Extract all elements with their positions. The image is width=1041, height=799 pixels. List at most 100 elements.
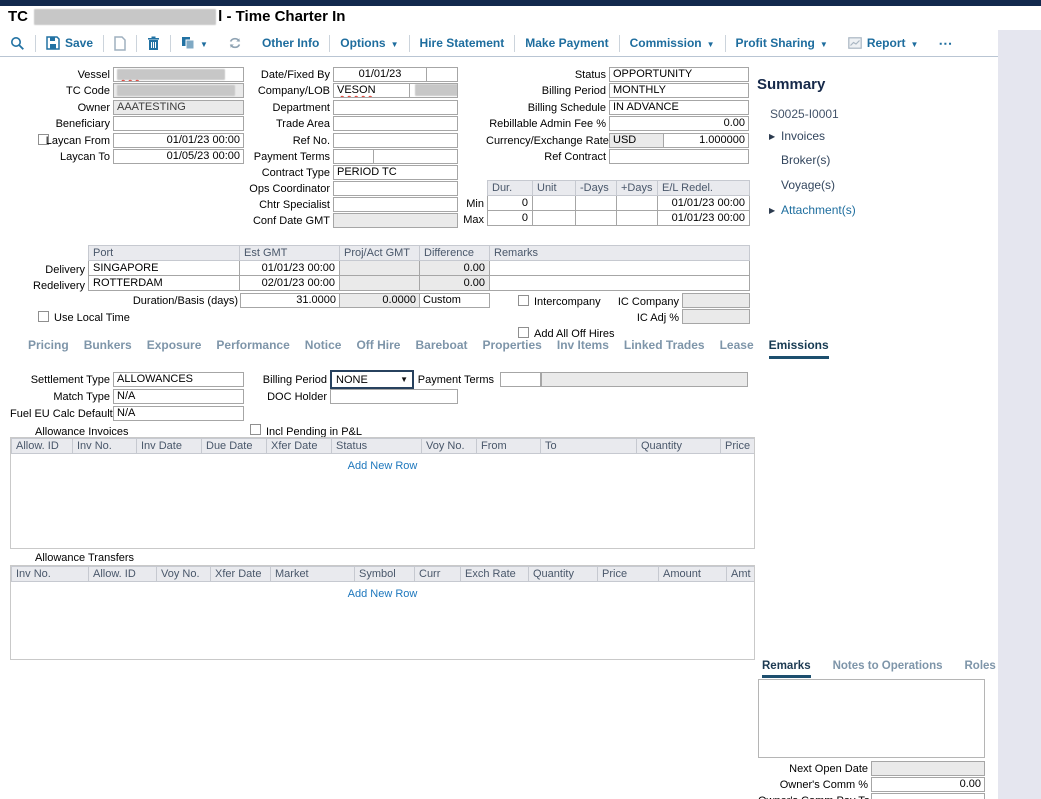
trade-area-field[interactable] bbox=[333, 116, 458, 131]
commission-menu-button[interactable]: Commission▼ bbox=[620, 33, 725, 53]
payment-terms-label: Payment Terms bbox=[240, 151, 330, 163]
max-plus-days-field[interactable] bbox=[617, 211, 658, 226]
chtr-specialist-field[interactable] bbox=[333, 197, 458, 212]
emissions-payment-terms-code-field[interactable] bbox=[500, 372, 541, 387]
xfer-col-xfer-date: Xfer Date bbox=[211, 566, 271, 582]
status-field[interactable]: OPPORTUNITY bbox=[609, 67, 749, 82]
tab-remarks[interactable]: Remarks bbox=[762, 660, 811, 678]
tab-bareboat[interactable]: Bareboat bbox=[415, 338, 467, 359]
delivery-port-field[interactable]: SINGAPORE bbox=[88, 261, 240, 276]
min-el-redel-field[interactable]: 01/01/23 00:00 bbox=[658, 196, 750, 211]
min-plus-days-field[interactable] bbox=[617, 196, 658, 211]
refresh-icon bbox=[228, 36, 242, 50]
options-menu-button[interactable]: Options▼ bbox=[330, 33, 408, 53]
delivery-est-gmt-field[interactable]: 01/01/23 00:00 bbox=[240, 261, 340, 276]
tab-notes-to-operations[interactable]: Notes to Operations bbox=[833, 660, 943, 678]
duration-field[interactable]: 31.0000 bbox=[240, 293, 340, 308]
ops-coordinator-field[interactable] bbox=[333, 181, 458, 196]
allowance-invoices-add-new-row-link[interactable]: Add New Row bbox=[348, 460, 418, 472]
redelivery-row-label: Redelivery bbox=[20, 280, 85, 292]
min-unit-field[interactable] bbox=[533, 196, 576, 211]
ref-contract-field[interactable] bbox=[609, 149, 749, 164]
redelivery-est-gmt-field[interactable]: 02/01/23 00:00 bbox=[240, 276, 340, 291]
summary-invoices-link[interactable]: Invoices bbox=[781, 129, 825, 143]
tab-off-hire[interactable]: Off Hire bbox=[356, 338, 400, 359]
redelivery-remarks-field[interactable] bbox=[490, 276, 750, 291]
tab-notice[interactable]: Notice bbox=[305, 338, 342, 359]
tab-linked-trades[interactable]: Linked Trades bbox=[624, 338, 705, 359]
delete-button[interactable] bbox=[137, 33, 170, 53]
company-field[interactable]: VESON bbox=[333, 83, 410, 98]
save-button[interactable]: Save bbox=[36, 33, 103, 53]
vessel-field[interactable]: xxxx bbox=[113, 67, 244, 82]
owners-comm-pay-to-field[interactable] bbox=[871, 793, 985, 799]
owners-comm-field[interactable]: 0.00 bbox=[871, 777, 985, 792]
remarks-textarea[interactable] bbox=[758, 679, 985, 758]
max-unit-field[interactable] bbox=[533, 211, 576, 226]
status-label: Status bbox=[486, 69, 606, 81]
billing-period-field[interactable]: MONTHLY bbox=[609, 83, 749, 98]
copy-menu-button[interactable]: ▼ bbox=[171, 33, 218, 53]
payment-terms-code-field[interactable] bbox=[333, 149, 374, 164]
match-type-field[interactable]: N/A bbox=[113, 389, 244, 404]
hire-statement-button[interactable]: Hire Statement bbox=[410, 33, 515, 53]
billing-schedule-field[interactable]: IN ADVANCE bbox=[609, 100, 749, 115]
tab-inv-items[interactable]: Inv Items bbox=[557, 338, 609, 359]
redelivery-port-field[interactable]: ROTTERDAM bbox=[88, 276, 240, 291]
laycan-to-field[interactable]: 01/05/23 00:00 bbox=[113, 149, 244, 164]
search-button[interactable] bbox=[0, 33, 35, 53]
beneficiary-field[interactable] bbox=[113, 116, 244, 131]
exchange-rate-field[interactable]: 1.000000 bbox=[663, 133, 749, 148]
right-scroll-gutter[interactable] bbox=[998, 30, 1041, 799]
tab-exposure[interactable]: Exposure bbox=[147, 338, 202, 359]
redelivery-difference-field: 0.00 bbox=[420, 276, 490, 291]
rebillable-admin-fee-field[interactable]: 0.00 bbox=[609, 116, 749, 131]
ref-no-field[interactable] bbox=[333, 133, 458, 148]
tab-lease[interactable]: Lease bbox=[720, 338, 754, 359]
intercompany-checkbox[interactable] bbox=[518, 295, 529, 306]
new-document-button[interactable] bbox=[104, 33, 136, 53]
doc-holder-field[interactable] bbox=[330, 389, 458, 404]
profit-sharing-menu-button[interactable]: Profit Sharing▼ bbox=[726, 33, 838, 53]
add-all-off-hires-checkbox[interactable] bbox=[518, 327, 529, 338]
contract-type-field[interactable]: PERIOD TC bbox=[333, 165, 458, 180]
chevron-down-icon: ▼ bbox=[910, 40, 918, 49]
more-actions-button[interactable]: ⋯ bbox=[928, 33, 962, 53]
date-fixed-by-field[interactable]: 01/01/23 bbox=[333, 67, 427, 82]
report-menu-button[interactable]: Report▼ bbox=[838, 33, 929, 53]
settlement-type-field[interactable]: ALLOWANCES bbox=[113, 372, 244, 387]
emissions-billing-period-select[interactable]: NONE ▼ bbox=[330, 370, 414, 389]
tab-properties[interactable]: Properties bbox=[483, 338, 542, 359]
max-dur-field[interactable]: 0 bbox=[487, 211, 533, 226]
use-local-time-checkbox[interactable] bbox=[38, 311, 49, 322]
fixed-by-field[interactable] bbox=[426, 67, 458, 82]
make-payment-button[interactable]: Make Payment bbox=[515, 33, 618, 53]
summary-brokers-link[interactable]: Broker(s) bbox=[781, 153, 830, 167]
expand-triangle-icon[interactable]: ▶ bbox=[769, 206, 775, 215]
lob-field[interactable] bbox=[409, 83, 458, 98]
tab-emissions[interactable]: Emissions bbox=[769, 338, 829, 359]
incl-pending-pl-checkbox[interactable] bbox=[250, 424, 261, 435]
tab-bunkers[interactable]: Bunkers bbox=[84, 338, 132, 359]
max-minus-days-field[interactable] bbox=[576, 211, 617, 226]
delivery-remarks-field[interactable] bbox=[490, 261, 750, 276]
refresh-button[interactable] bbox=[218, 33, 252, 53]
min-minus-days-field[interactable] bbox=[576, 196, 617, 211]
tab-roles[interactable]: Roles bbox=[965, 660, 996, 678]
chtr-specialist-label: Chtr Specialist bbox=[240, 199, 330, 211]
allowance-transfers-add-new-row-link[interactable]: Add New Row bbox=[348, 588, 418, 600]
tab-performance[interactable]: Performance bbox=[216, 338, 289, 359]
payment-terms-desc-field[interactable] bbox=[373, 149, 458, 164]
min-dur-field[interactable]: 0 bbox=[487, 196, 533, 211]
expand-triangle-icon[interactable]: ▶ bbox=[769, 132, 775, 141]
other-info-button[interactable]: Other Info bbox=[252, 33, 329, 53]
max-el-redel-field[interactable]: 01/01/23 00:00 bbox=[658, 211, 750, 226]
minmax-col-el-redel: E/L Redel. bbox=[658, 180, 750, 196]
fuel-eu-calc-default-field[interactable]: N/A bbox=[113, 406, 244, 421]
department-field[interactable] bbox=[333, 100, 458, 115]
laycan-from-field[interactable]: 01/01/23 00:00 bbox=[113, 133, 244, 148]
summary-voyages-link[interactable]: Voyage(s) bbox=[781, 178, 835, 192]
summary-attachments-link[interactable]: Attachment(s) bbox=[781, 203, 856, 217]
basis-field[interactable]: Custom bbox=[419, 293, 490, 308]
tab-pricing[interactable]: Pricing bbox=[28, 338, 69, 359]
